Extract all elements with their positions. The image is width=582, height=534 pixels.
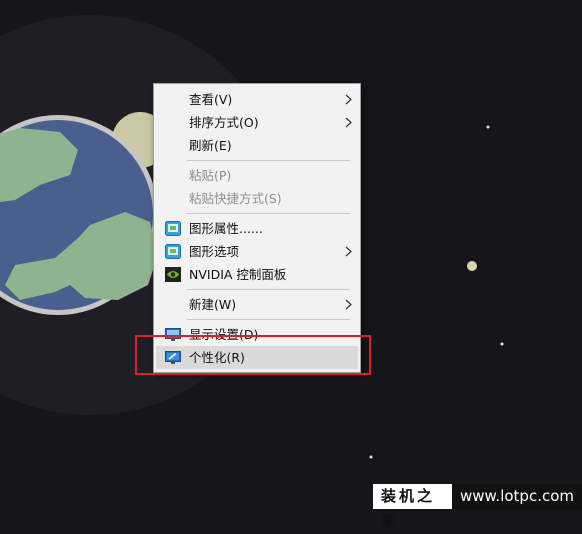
desktop-context-menu: 查看(V) 排序方式(O) 刷新(E) 粘贴(P) 粘贴快捷方式(S) 图形属性… xyxy=(153,83,361,373)
menu-item-label: 粘贴快捷方式(S) xyxy=(189,191,282,206)
menu-item-paste[interactable]: 粘贴(P) xyxy=(154,164,360,187)
watermark-url: www.lotpc.com xyxy=(452,484,582,509)
menu-item-graphics-properties[interactable]: 图形属性...... xyxy=(154,217,360,240)
menu-item-label: 排序方式(O) xyxy=(189,115,259,130)
menu-item-label: 图形属性...... xyxy=(189,221,263,236)
watermark: 装机之家 www.lotpc.com xyxy=(373,484,582,530)
menu-item-refresh[interactable]: 刷新(E) xyxy=(154,134,360,157)
chevron-right-icon xyxy=(345,117,352,128)
menu-separator xyxy=(187,289,350,290)
menu-item-label: 查看(V) xyxy=(189,92,233,107)
watermark-site-name: 装机之家 xyxy=(373,484,452,530)
menu-item-label: 图形选项 xyxy=(189,244,240,259)
menu-separator xyxy=(187,213,350,214)
chevron-right-icon xyxy=(345,246,352,257)
highlight-box xyxy=(135,335,371,375)
menu-item-graphics-options[interactable]: 图形选项 xyxy=(154,240,360,263)
menu-separator xyxy=(187,160,350,161)
menu-item-label: 新建(W) xyxy=(189,297,237,312)
menu-item-nvidia-control-panel[interactable]: NVIDIA 控制面板 xyxy=(154,263,360,286)
menu-item-label: NVIDIA 控制面板 xyxy=(189,267,287,282)
menu-item-view[interactable]: 查看(V) xyxy=(154,88,360,111)
chevron-right-icon xyxy=(345,299,352,310)
intel-graphics-icon xyxy=(165,221,181,236)
menu-item-label: 粘贴(P) xyxy=(189,168,232,183)
menu-item-sort-by[interactable]: 排序方式(O) xyxy=(154,111,360,134)
menu-separator xyxy=(187,319,350,320)
chevron-right-icon xyxy=(345,94,352,105)
menu-item-label: 刷新(E) xyxy=(189,138,232,153)
nvidia-icon xyxy=(165,267,181,282)
menu-item-paste-shortcut[interactable]: 粘贴快捷方式(S) xyxy=(154,187,360,210)
intel-graphics-icon xyxy=(165,244,181,259)
menu-item-new[interactable]: 新建(W) xyxy=(154,293,360,316)
